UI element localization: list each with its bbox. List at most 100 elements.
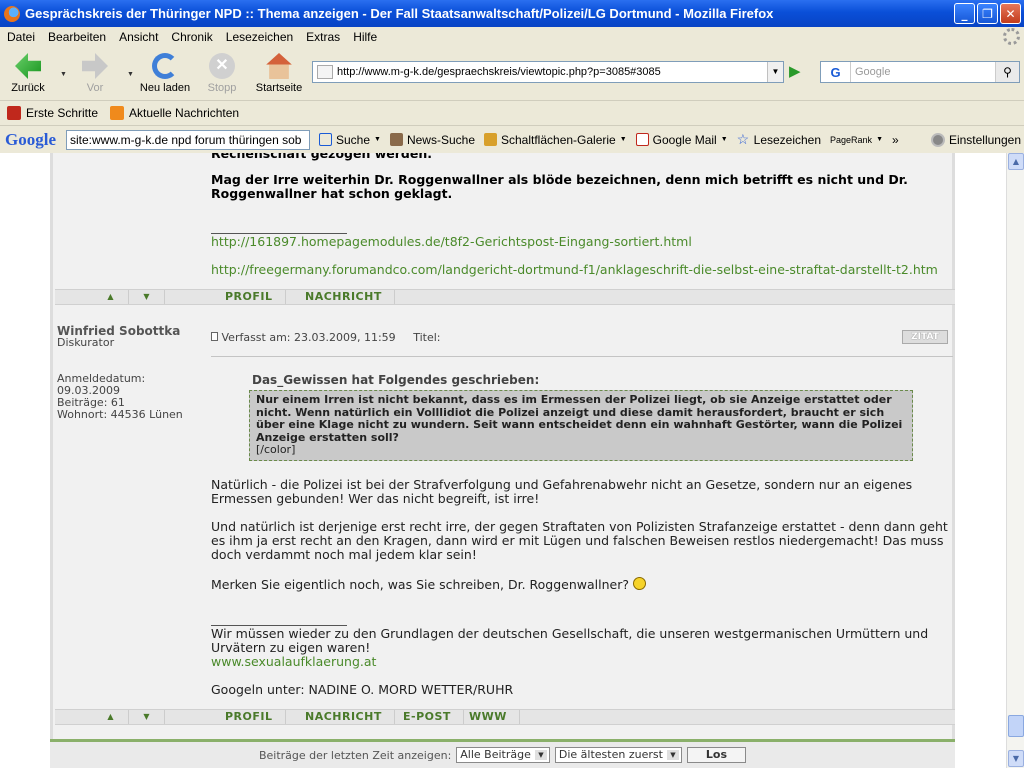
- post-filter-bar: Beiträge der letzten Zeit anzeigen: Alle…: [50, 739, 955, 768]
- menu-ansicht[interactable]: Ansicht: [112, 30, 164, 44]
- author-rank: Diskurator: [57, 336, 115, 349]
- post-meta: Verfasst am: 23.03.2009, 11:59 Titel:: [211, 331, 440, 344]
- bookmarks-toolbar: Erste Schritte Aktuelle Nachrichten: [0, 100, 1024, 125]
- arrow-down-icon[interactable]: ▼: [129, 290, 165, 304]
- google-search-label: Suche: [336, 132, 371, 147]
- forward-label: Vor: [86, 82, 104, 94]
- firefox-icon: [4, 5, 20, 22]
- post1-cutoff-line: Rechenschaft gezogen werden.: [211, 153, 432, 161]
- quote-tail: [/color]: [256, 443, 296, 456]
- bookmark-label: Erste Schritte: [26, 106, 99, 120]
- google-search-input[interactable]: site:www.m-g-k.de npd forum thüringen so…: [66, 129, 310, 150]
- chevron-down-icon[interactable]: ▼: [721, 136, 728, 143]
- reload-icon: [152, 53, 178, 79]
- scroll-down-icon[interactable]: ▼: [1008, 750, 1024, 767]
- button-gallery-button[interactable]: Schaltflächen-Galerie ▼: [484, 133, 627, 147]
- throbber-icon: [1003, 28, 1020, 45]
- stop-icon: ✕: [209, 53, 235, 79]
- menu-hilfe[interactable]: Hilfe: [346, 30, 383, 44]
- bookmark-aktuelle-nachrichten[interactable]: Aktuelle Nachrichten: [110, 106, 239, 120]
- search-engine-icon[interactable]: G: [821, 62, 851, 82]
- www-button[interactable]: WWW: [457, 710, 520, 724]
- page-content: Rechenschaft gezogen werden. Mag der Irr…: [0, 153, 1006, 768]
- url-bar[interactable]: http://www.m-g-k.de/gespraechskreis/view…: [312, 61, 784, 83]
- news-search-button[interactable]: News-Suche: [389, 132, 475, 147]
- google-toolbar: Google site:www.m-g-k.de npd forum thüri…: [0, 125, 1024, 153]
- filter-label: Beiträge der letzten Zeit anzeigen:: [258, 748, 452, 762]
- profile-button[interactable]: PROFIL: [213, 290, 286, 304]
- search-box[interactable]: G Google ⚲: [820, 61, 1020, 83]
- pagerank-indicator[interactable]: PageRank ▼: [830, 135, 883, 145]
- home-button[interactable]: Startseite: [253, 53, 305, 94]
- signature-google-line: Googeln unter: NADINE O. MORD WETTER/RUH…: [211, 682, 514, 697]
- message-button[interactable]: NACHRICHT: [293, 290, 395, 304]
- order-select[interactable]: Die ältesten zuerst: [554, 747, 682, 763]
- smiley-icon: [633, 577, 646, 590]
- scroll-up-icon[interactable]: ▲: [1008, 153, 1024, 170]
- menu-datei[interactable]: Datei: [0, 30, 41, 44]
- close-button[interactable]: ✕: [1000, 3, 1021, 24]
- bookmark-erste-schritte[interactable]: Erste Schritte: [7, 106, 98, 120]
- post-header-divider: [211, 356, 953, 357]
- arrow-down-icon[interactable]: ▼: [129, 710, 165, 724]
- gmail-button[interactable]: Google Mail ▼: [635, 132, 728, 147]
- post2-action-bar: ▲ ▼ PROFIL NACHRICHT E-POST WWW: [55, 709, 955, 725]
- post-paragraph-1: Natürlich - die Polizei ist bei der Stra…: [211, 477, 913, 506]
- window-title: Gesprächskreis der Thüringer NPD :: Them…: [25, 6, 774, 21]
- go-button-los[interactable]: Los: [686, 747, 747, 763]
- gmail-label: Google Mail: [652, 132, 717, 147]
- author-location: Wohnort: 44536 Lünen: [57, 408, 183, 421]
- google-bookmarks-label: Lesezeichen: [753, 132, 822, 147]
- back-dropdown-icon[interactable]: ▼: [60, 71, 67, 78]
- gallery-icon: [484, 133, 497, 146]
- forward-dropdown-icon[interactable]: ▼: [127, 71, 134, 78]
- menu-chronik[interactable]: Chronik: [164, 30, 218, 44]
- menu-bar: Datei Bearbeiten Ansicht Chronik Lesezei…: [0, 27, 1024, 47]
- google-search-button[interactable]: Suche ▼: [319, 133, 381, 147]
- stop-button[interactable]: ✕ Stopp: [204, 53, 240, 94]
- menu-bearbeiten[interactable]: Bearbeiten: [41, 30, 112, 44]
- back-button[interactable]: Zurück: [10, 53, 46, 94]
- quote-text: Nur einem Irren ist nicht bekannt, dass …: [256, 393, 903, 444]
- signature-text: Wir müssen wieder zu den Grundlagen der …: [211, 626, 929, 655]
- scroll-thumb[interactable]: [1008, 715, 1024, 737]
- forum-thread: Rechenschaft gezogen werden. Mag der Irr…: [50, 153, 955, 768]
- news-label: News-Suche: [406, 132, 475, 147]
- google-bookmarks-button[interactable]: ☆ Lesezeichen: [737, 132, 822, 147]
- chevron-down-icon[interactable]: ▼: [374, 136, 381, 143]
- profile-button[interactable]: PROFIL: [213, 710, 286, 724]
- minimize-button[interactable]: _: [954, 3, 975, 24]
- settings-gear-icon: [930, 132, 945, 147]
- post1-bold-paragraph: Mag der Irre weiterhin Dr. Roggenwallner…: [211, 172, 908, 201]
- menu-lesezeichen[interactable]: Lesezeichen: [219, 30, 299, 44]
- back-arrow-icon: [15, 53, 41, 79]
- go-button[interactable]: ▶: [789, 61, 809, 83]
- post1-link-2[interactable]: http://freegermany.forumandco.com/landge…: [211, 263, 938, 277]
- reload-button[interactable]: Neu laden: [138, 53, 192, 94]
- gallery-label: Schaltflächen-Galerie: [501, 132, 616, 147]
- message-button[interactable]: NACHRICHT: [293, 710, 395, 724]
- chevron-down-icon[interactable]: ▼: [620, 136, 627, 143]
- url-text[interactable]: http://www.m-g-k.de/gespraechskreis/view…: [337, 66, 767, 78]
- post-paragraph-3: Merken Sie eigentlich noch, was Sie schr…: [211, 577, 951, 592]
- signature-link[interactable]: www.sexualaufklaerung.at: [211, 655, 376, 669]
- arrow-up-icon[interactable]: ▲: [93, 290, 129, 304]
- vertical-scrollbar[interactable]: ▲ ▼: [1006, 153, 1024, 768]
- maximize-button[interactable]: ❐: [977, 3, 998, 24]
- rss-icon: [110, 106, 125, 120]
- arrow-up-icon[interactable]: ▲: [93, 710, 129, 724]
- post1-link-1[interactable]: http://161897.homepagemodules.de/t8f2-Ge…: [211, 235, 692, 249]
- quote-box: Nur einem Irren ist nicht bekannt, dass …: [249, 390, 913, 461]
- more-button[interactable]: »: [892, 133, 899, 147]
- chevron-down-icon[interactable]: ▼: [876, 136, 883, 143]
- google-logo: Google: [5, 129, 56, 149]
- email-button[interactable]: E-POST: [391, 710, 464, 724]
- search-magnifier-icon[interactable]: ⚲: [995, 62, 1019, 82]
- settings-button[interactable]: Einstellungen: [930, 132, 1021, 147]
- quote-button[interactable]: ZITAT: [902, 330, 948, 344]
- url-history-dropdown-icon[interactable]: ▼: [767, 62, 783, 82]
- time-filter-select[interactable]: Alle Beiträge: [456, 747, 550, 763]
- forward-button[interactable]: Vor: [80, 53, 110, 94]
- menu-extras[interactable]: Extras: [299, 30, 346, 44]
- search-placeholder[interactable]: Google: [851, 66, 995, 78]
